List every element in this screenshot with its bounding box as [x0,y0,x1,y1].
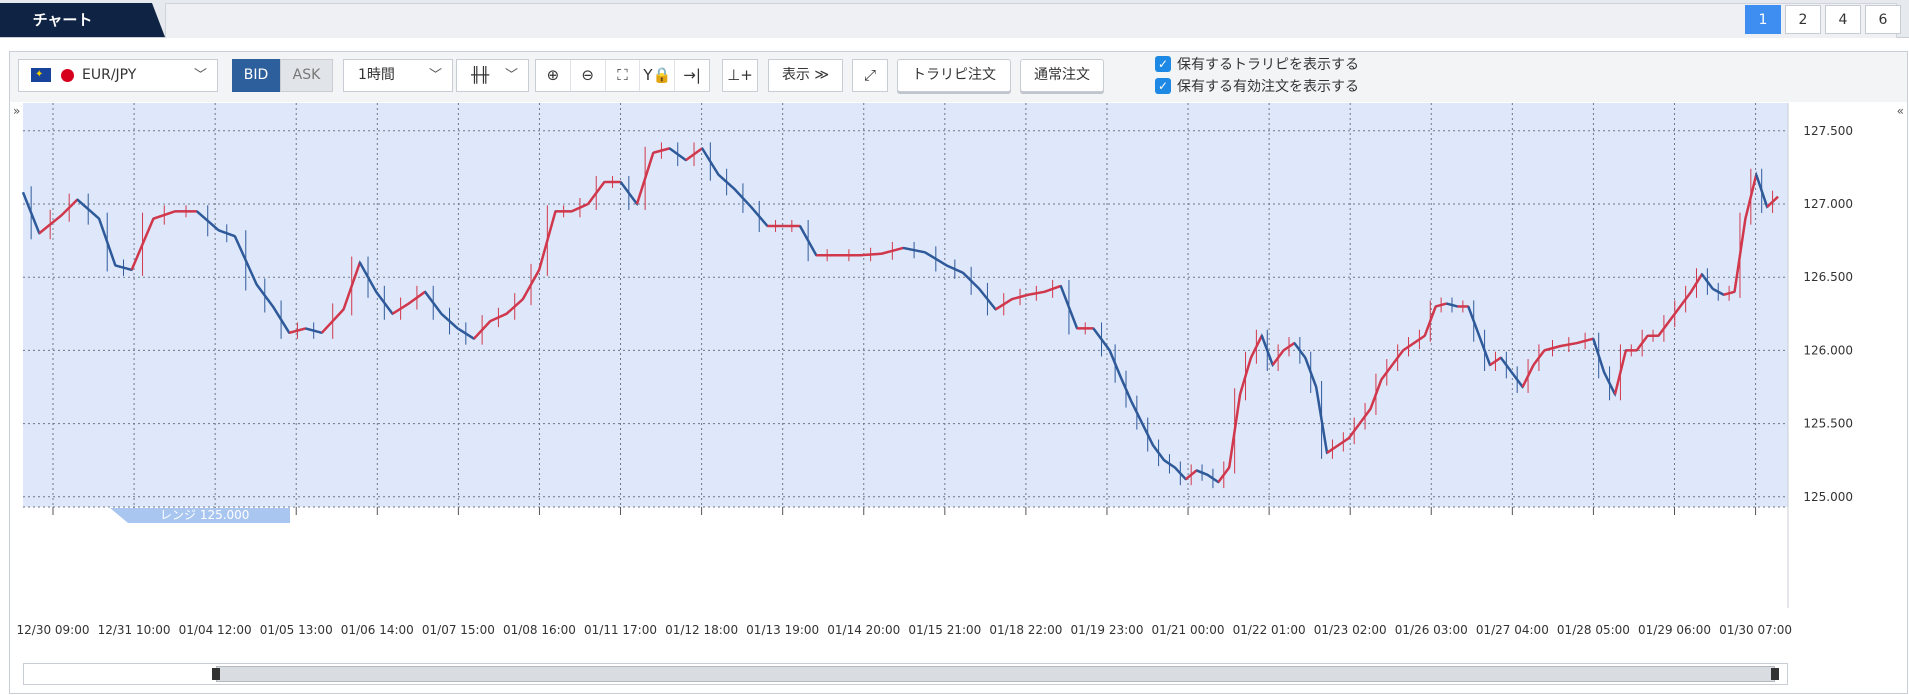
tab-chart[interactable]: チャート [0,3,165,37]
layout-page-buttons: 1 2 4 6 [1745,5,1901,34]
chevron-down-icon: ﹀ [504,68,518,83]
check-icon: ✓ [1155,56,1171,72]
x-tick-label: 01/27 04:00 [1476,623,1549,637]
tab-chart-label: チャート [32,11,93,29]
x-tick-label: 01/04 12:00 [179,623,252,637]
layout-button-4[interactable]: 4 [1825,5,1861,34]
chart-panel: EUR/JPY ﹀ BID ASK 1時間 ﹀ ╫╫ ﹀ ⊕ ⊖ ⛶ Y🔒 →|… [9,51,1908,694]
x-tick-label: 01/28 05:00 [1557,623,1630,637]
zoom-in-icon[interactable]: ⊕ [536,60,571,91]
y-tick-label: 127.500 [1803,124,1853,138]
x-tick-label: 01/26 03:00 [1395,623,1468,637]
chart-toolbar: EUR/JPY ﹀ BID ASK 1時間 ﹀ ╫╫ ﹀ ⊕ ⊖ ⛶ Y🔒 →|… [10,52,1907,102]
x-tick-label: 12/31 10:00 [98,623,171,637]
currency-pair-label: EUR/JPY [82,67,137,83]
y-tick-label: 125.500 [1803,417,1853,431]
y-tick-label: 127.000 [1803,197,1853,211]
jp-flag-icon [61,69,74,82]
x-tick-label: 01/30 07:00 [1719,623,1792,637]
x-tick-label: 01/12 18:00 [665,623,738,637]
layout-button-1[interactable]: 1 [1745,5,1781,34]
layout-button-6[interactable]: 6 [1865,5,1901,34]
y-axis: 125.000 125.500 126.000 126.500 127.000 127.5… [1787,103,1853,608]
candle-body [859,252,882,257]
plot-background [23,103,1788,507]
currency-pair-select[interactable]: EUR/JPY ﹀ [18,59,218,92]
y-tick-label: 126.500 [1803,270,1853,284]
x-tick-label: 01/18 22:00 [989,623,1062,637]
y-tick-label: 125.000 [1803,490,1853,504]
scrollbar-thumb[interactable] [216,666,1775,682]
add-indicator-icon[interactable]: ⊥+ [722,59,758,92]
x-tick-label: 01/21 00:00 [1152,623,1225,637]
x-tick-label: 01/13 19:00 [746,623,819,637]
expand-icon[interactable]: ⤢ [852,59,888,92]
collapse-left-icon[interactable]: » [13,104,20,118]
display-menu-label: 表示 [781,67,810,83]
top-tab-bar: チャート 1 2 4 6 [0,0,1909,38]
interval-label: 1時間 [358,67,395,83]
layout-button-2[interactable]: 2 [1785,5,1821,34]
jump-to-latest-icon[interactable]: →| [675,60,709,91]
time-range-scrollbar[interactable] [23,663,1788,685]
interval-select[interactable]: 1時間 ﹀ [343,59,453,92]
eu-flag-icon [31,59,51,90]
chart-tool-group: ⊕ ⊖ ⛶ Y🔒 →| [535,59,710,92]
check-icon: ✓ [1155,78,1171,94]
x-tick-label: 01/05 13:00 [260,623,333,637]
x-tick-label: 01/06 14:00 [341,623,414,637]
show-orders-checkbox[interactable]: ✓ 保有する有効注文を表示する [1155,76,1359,96]
zoom-out-icon[interactable]: ⊖ [571,60,606,91]
scrollbar-right-handle[interactable] [1771,668,1779,680]
show-trail-label: 保有するトラリピを表示する [1177,57,1359,73]
x-tick-label: 01/22 01:00 [1233,623,1306,637]
x-tick-label: 01/23 02:00 [1314,623,1387,637]
tab-strip [165,3,1897,38]
chevron-down-icon: ﹀ [428,68,442,83]
x-tick-label: 01/19 23:00 [1070,623,1143,637]
collapse-right-icon[interactable]: « [1897,104,1904,118]
bid-button[interactable]: BID [232,59,280,92]
y-tick-label: 126.000 [1803,343,1853,357]
show-orders-label: 保有する有効注文を表示する [1177,79,1359,95]
x-tick-label: 01/11 17:00 [584,623,657,637]
scrollbar-left-handle[interactable] [212,668,220,680]
chart-type-select[interactable]: ╫╫ ﹀ [456,59,529,92]
x-tick-label: 01/14 20:00 [827,623,900,637]
x-tick-label: 01/29 06:00 [1638,623,1711,637]
show-trail-checkbox[interactable]: ✓ 保有するトラリピを表示する [1155,54,1359,74]
price-chart[interactable]: 125.000 125.500 126.000 126.500 127.000 127.5… [10,103,1907,663]
y-axis-lock-icon[interactable]: Y🔒 [640,60,676,91]
x-tick-label: 01/07 15:00 [422,623,495,637]
range-label: レンジ 125.000 [160,508,249,522]
x-tick-label: 01/15 21:00 [908,623,981,637]
display-menu-button[interactable]: 表示 ≫ [768,59,843,92]
chevron-down-icon: ﹀ [193,68,207,83]
trail-order-button[interactable]: トラリピ注文 [897,59,1011,92]
fit-screen-icon[interactable]: ⛶ [606,60,641,91]
candlestick-icon: ╫╫ [471,66,490,84]
x-tick-label: 01/08 16:00 [503,623,576,637]
ask-button[interactable]: ASK [280,59,333,92]
x-tick-label: 12/30 09:00 [17,623,90,637]
normal-order-button[interactable]: 通常注文 [1020,59,1104,92]
